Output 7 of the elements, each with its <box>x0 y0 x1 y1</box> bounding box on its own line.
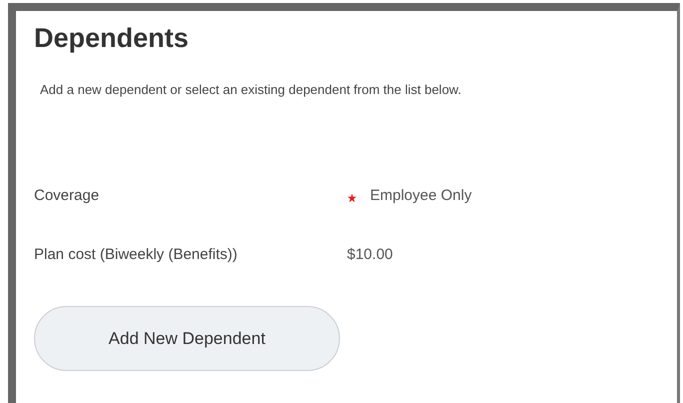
dialog-title: Dependents <box>34 23 190 54</box>
field-label: Plan cost (Biweekly (Benefits)) <box>34 246 238 262</box>
field-label: Coverage <box>34 186 100 204</box>
field-value: $10.00 <box>347 246 393 262</box>
add-dependent-button[interactable]: Add New Dependent <box>34 306 340 371</box>
description-text: Add a new dependent or select an existing dependent from the list below. <box>40 82 462 97</box>
field-value: Employee Only <box>370 186 472 204</box>
